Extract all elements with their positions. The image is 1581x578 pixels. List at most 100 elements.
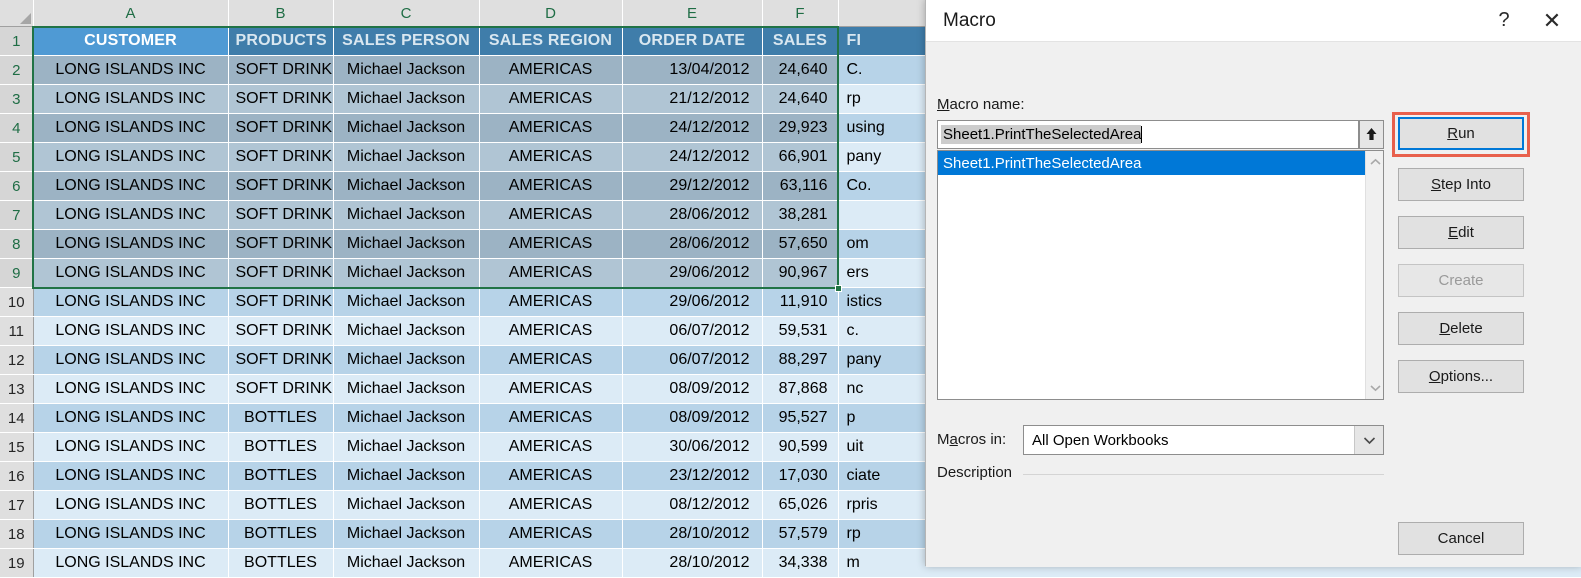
cell-person[interactable]: Michael Jackson: [333, 287, 480, 317]
step-into-button[interactable]: Step Into: [1398, 168, 1524, 201]
cell-region[interactable]: AMERICAS: [479, 316, 623, 346]
cell-date[interactable]: 24/12/2012: [622, 142, 763, 172]
run-button[interactable]: Run: [1398, 117, 1524, 150]
edit-button[interactable]: Edit: [1398, 216, 1524, 249]
cell-region[interactable]: AMERICAS: [479, 287, 623, 317]
cell-date[interactable]: 23/12/2012: [622, 461, 763, 491]
cell-customer[interactable]: LONG ISLANDS INC: [33, 519, 229, 549]
cell-date[interactable]: 21/12/2012: [622, 84, 763, 114]
cell-person[interactable]: Michael Jackson: [333, 55, 480, 85]
cell-customer[interactable]: LONG ISLANDS INC: [33, 461, 229, 491]
cell-sales[interactable]: 11,910: [762, 287, 839, 317]
row-header-19[interactable]: 19: [0, 548, 34, 578]
cell-region[interactable]: AMERICAS: [479, 84, 623, 114]
row-header-7[interactable]: 7: [0, 200, 34, 230]
cell-sales[interactable]: 29,923: [762, 113, 839, 143]
cell-customer[interactable]: LONG ISLANDS INC: [33, 432, 229, 462]
cell-region[interactable]: AMERICAS: [479, 171, 623, 201]
cell-sales[interactable]: 24,640: [762, 55, 839, 85]
cell-region[interactable]: AMERICAS: [479, 374, 623, 404]
cell-person[interactable]: Michael Jackson: [333, 490, 480, 520]
cell-date[interactable]: 29/06/2012: [622, 287, 763, 317]
column-header-b[interactable]: B: [228, 0, 334, 27]
scroll-up-icon[interactable]: [1366, 153, 1383, 171]
cell-region[interactable]: AMERICAS: [479, 403, 623, 433]
header-cell-sales-region[interactable]: SALES REGION: [479, 26, 623, 56]
cell-products[interactable]: BOTTLES: [228, 432, 334, 462]
row-header-9[interactable]: 9: [0, 258, 34, 288]
cell-products[interactable]: BOTTLES: [228, 490, 334, 520]
cancel-button[interactable]: Cancel: [1398, 522, 1524, 555]
cell-products[interactable]: BOTTLES: [228, 461, 334, 491]
cell-customer[interactable]: LONG ISLANDS INC: [33, 200, 229, 230]
cell-customer[interactable]: LONG ISLANDS INC: [33, 55, 229, 85]
cell-date[interactable]: 06/07/2012: [622, 316, 763, 346]
cell-region[interactable]: AMERICAS: [479, 490, 623, 520]
row-header-2[interactable]: 2: [0, 55, 34, 85]
cell-sales[interactable]: 87,868: [762, 374, 839, 404]
column-header-f[interactable]: F: [762, 0, 839, 27]
cell-customer[interactable]: LONG ISLANDS INC: [33, 258, 229, 288]
cell-date[interactable]: 08/12/2012: [622, 490, 763, 520]
cell-customer[interactable]: LONG ISLANDS INC: [33, 171, 229, 201]
cell-region[interactable]: AMERICAS: [479, 345, 623, 375]
cell-customer[interactable]: LONG ISLANDS INC: [33, 345, 229, 375]
cell-person[interactable]: Michael Jackson: [333, 200, 480, 230]
cell-date[interactable]: 28/10/2012: [622, 548, 763, 578]
chevron-down-icon[interactable]: [1354, 426, 1383, 454]
delete-button[interactable]: Delete: [1398, 312, 1524, 345]
column-header-e[interactable]: E: [622, 0, 763, 27]
cell-products[interactable]: SOFT DRINKS: [228, 171, 334, 201]
cell-person[interactable]: Michael Jackson: [333, 258, 480, 288]
cell-person[interactable]: Michael Jackson: [333, 432, 480, 462]
close-icon[interactable]: ✕: [1527, 4, 1577, 38]
cell-date[interactable]: 29/12/2012: [622, 171, 763, 201]
header-cell-customer[interactable]: CUSTOMER: [33, 26, 229, 56]
cell-person[interactable]: Michael Jackson: [333, 113, 480, 143]
cell-region[interactable]: AMERICAS: [479, 519, 623, 549]
macro-dialog[interactable]: Macro ? ✕ Macro name: Sheet1.PrintTheSel…: [925, 0, 1581, 567]
cell-date[interactable]: 08/09/2012: [622, 403, 763, 433]
row-header-16[interactable]: 16: [0, 461, 34, 491]
cell-products[interactable]: SOFT DRINKS: [228, 316, 334, 346]
cell-products[interactable]: SOFT DRINKS: [228, 345, 334, 375]
row-header-6[interactable]: 6: [0, 171, 34, 201]
cell-region[interactable]: AMERICAS: [479, 200, 623, 230]
cell-region[interactable]: AMERICAS: [479, 461, 623, 491]
cell-region[interactable]: AMERICAS: [479, 113, 623, 143]
cell-person[interactable]: Michael Jackson: [333, 229, 480, 259]
macro-list-box[interactable]: Sheet1.PrintTheSelectedArea: [937, 150, 1384, 400]
cell-region[interactable]: AMERICAS: [479, 258, 623, 288]
cell-customer[interactable]: LONG ISLANDS INC: [33, 113, 229, 143]
cell-customer[interactable]: LONG ISLANDS INC: [33, 403, 229, 433]
header-cell-products[interactable]: PRODUCTS: [228, 26, 334, 56]
cell-products[interactable]: BOTTLES: [228, 403, 334, 433]
cell-products[interactable]: SOFT DRINKS: [228, 200, 334, 230]
cell-person[interactable]: Michael Jackson: [333, 548, 480, 578]
select-all-corner[interactable]: [0, 0, 34, 27]
cell-sales[interactable]: 38,281: [762, 200, 839, 230]
cell-products[interactable]: SOFT DRINKS: [228, 374, 334, 404]
cell-customer[interactable]: LONG ISLANDS INC: [33, 548, 229, 578]
cell-products[interactable]: BOTTLES: [228, 548, 334, 578]
row-header-1[interactable]: 1: [0, 26, 34, 56]
row-header-14[interactable]: 14: [0, 403, 34, 433]
header-cell-sales-person[interactable]: SALES PERSON: [333, 26, 480, 56]
cell-person[interactable]: Michael Jackson: [333, 519, 480, 549]
help-icon[interactable]: ?: [1481, 4, 1527, 38]
cell-sales[interactable]: 57,650: [762, 229, 839, 259]
row-header-17[interactable]: 17: [0, 490, 34, 520]
cell-region[interactable]: AMERICAS: [479, 229, 623, 259]
row-header-5[interactable]: 5: [0, 142, 34, 172]
cell-person[interactable]: Michael Jackson: [333, 142, 480, 172]
row-header-13[interactable]: 13: [0, 374, 34, 404]
cell-person[interactable]: Michael Jackson: [333, 84, 480, 114]
cell-date[interactable]: 28/06/2012: [622, 229, 763, 259]
cell-products[interactable]: SOFT DRINKS: [228, 55, 334, 85]
cell-person[interactable]: Michael Jackson: [333, 345, 480, 375]
column-header-d[interactable]: D: [479, 0, 623, 27]
cell-sales[interactable]: 90,599: [762, 432, 839, 462]
cell-sales[interactable]: 66,901: [762, 142, 839, 172]
column-header-a[interactable]: A: [33, 0, 229, 27]
cell-date[interactable]: 13/04/2012: [622, 55, 763, 85]
